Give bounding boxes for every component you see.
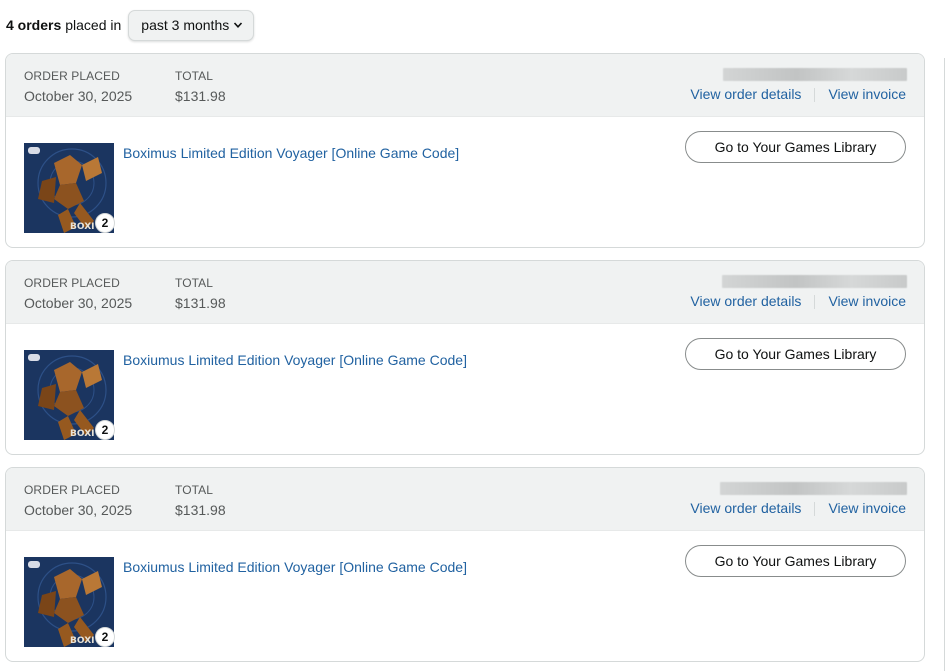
scroll-divider bbox=[944, 58, 945, 671]
order-placed-date: October 30, 2025 bbox=[24, 88, 133, 104]
order-placed: ORDER PLACED October 30, 2025 bbox=[24, 69, 132, 105]
order-total-value: $131.98 bbox=[175, 88, 226, 104]
view-order-details-link[interactable]: View order details bbox=[690, 500, 801, 517]
redacted-order-number bbox=[722, 275, 907, 288]
order-card: ORDER PLACED October 30, 2025 TOTAL $131… bbox=[5, 53, 925, 248]
order-placed-label: ORDER PLACED bbox=[24, 69, 120, 83]
time-period-value: past 3 months bbox=[141, 17, 230, 33]
time-period-dropdown[interactable]: past 3 months bbox=[128, 9, 255, 41]
redacted-order-number bbox=[723, 68, 907, 81]
svg-text:BOXI: BOXI bbox=[70, 636, 94, 646]
order-total: TOTAL $131.98 bbox=[175, 483, 226, 519]
order-total: TOTAL $131.98 bbox=[175, 69, 226, 105]
order-total-label: TOTAL bbox=[175, 483, 214, 497]
view-invoice-link[interactable]: View invoice bbox=[828, 86, 906, 103]
product-title-link[interactable]: Boxiumus Limited Edition Voyager [Online… bbox=[123, 352, 467, 369]
order-total-value: $131.98 bbox=[175, 502, 226, 518]
order-header: ORDER PLACED October 30, 2025 TOTAL $131… bbox=[6, 468, 924, 531]
order-links: View order details View invoice bbox=[690, 86, 906, 103]
order-placed-date: October 30, 2025 bbox=[24, 502, 133, 518]
go-to-games-library-button[interactable]: Go to Your Games Library bbox=[685, 338, 906, 370]
order-count: 4 orders bbox=[6, 17, 62, 33]
order-header: ORDER PLACED October 30, 2025 TOTAL $131… bbox=[6, 261, 924, 324]
order-placed: ORDER PLACED October 30, 2025 bbox=[24, 483, 132, 519]
order-card: ORDER PLACED October 30, 2025 TOTAL $131… bbox=[5, 467, 925, 662]
order-total-label: TOTAL bbox=[175, 69, 214, 83]
view-invoice-link[interactable]: View invoice bbox=[828, 500, 906, 517]
product-title-link[interactable]: Boxiumus Limited Edition Voyager [Online… bbox=[123, 559, 467, 576]
quantity-badge: 2 bbox=[95, 213, 115, 233]
quantity-badge: 2 bbox=[95, 627, 115, 647]
svg-text:BOXI: BOXI bbox=[70, 429, 94, 439]
order-links: View order details View invoice bbox=[690, 500, 906, 517]
order-links: View order details View invoice bbox=[690, 293, 906, 310]
view-order-details-link[interactable]: View order details bbox=[690, 86, 801, 103]
view-invoice-link[interactable]: View invoice bbox=[828, 293, 906, 310]
view-order-details-link[interactable]: View order details bbox=[690, 293, 801, 310]
link-divider bbox=[814, 294, 816, 309]
go-to-games-library-button[interactable]: Go to Your Games Library bbox=[685, 131, 906, 163]
order-body: BOXI 2 Boxiumus Limited Edition Voyager … bbox=[6, 531, 924, 661]
order-total-value: $131.98 bbox=[175, 295, 226, 311]
redacted-order-number bbox=[720, 482, 907, 495]
summary-text: placed in bbox=[65, 17, 122, 33]
product-title-link[interactable]: Boximus Limited Edition Voyager [Online … bbox=[123, 145, 459, 162]
svg-text:BOXI: BOXI bbox=[70, 222, 94, 232]
order-placed: ORDER PLACED October 30, 2025 bbox=[24, 276, 132, 312]
link-divider bbox=[814, 87, 816, 102]
order-card: ORDER PLACED October 30, 2025 TOTAL $131… bbox=[5, 260, 925, 455]
order-body: BOXI 2 Boximus Limited Edition Voyager [… bbox=[6, 117, 924, 247]
chevron-down-icon bbox=[234, 22, 243, 28]
quantity-badge: 2 bbox=[95, 420, 115, 440]
go-to-games-library-button[interactable]: Go to Your Games Library bbox=[685, 545, 906, 577]
link-divider bbox=[814, 501, 816, 516]
order-total: TOTAL $131.98 bbox=[175, 276, 226, 312]
order-total-label: TOTAL bbox=[175, 276, 214, 290]
order-placed-label: ORDER PLACED bbox=[24, 483, 120, 497]
order-placed-date: October 30, 2025 bbox=[24, 295, 133, 311]
order-placed-label: ORDER PLACED bbox=[24, 276, 120, 290]
order-header: ORDER PLACED October 30, 2025 TOTAL $131… bbox=[6, 54, 924, 117]
orders-summary: 4 orders placed in past 3 months bbox=[6, 9, 255, 41]
order-body: BOXI 2 Boxiumus Limited Edition Voyager … bbox=[6, 324, 924, 454]
